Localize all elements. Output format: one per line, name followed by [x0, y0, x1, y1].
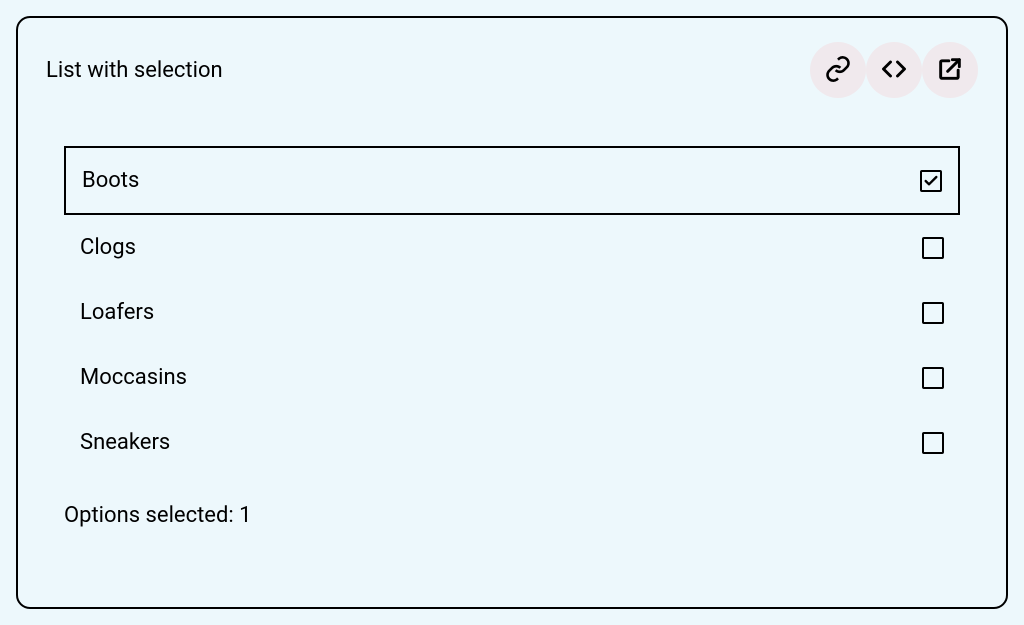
list-item[interactable]: Sneakers [64, 410, 960, 475]
code-button[interactable] [866, 42, 922, 98]
list-item-label: Moccasins [80, 365, 187, 390]
card-title: List with selection [46, 58, 223, 83]
open-external-button[interactable] [922, 42, 978, 98]
header-actions [810, 42, 978, 98]
list-item[interactable]: Loafers [64, 280, 960, 345]
list-item[interactable]: Boots [64, 146, 960, 215]
list-item-label: Boots [82, 168, 139, 193]
open-external-icon [936, 55, 964, 86]
list-item-label: Sneakers [80, 430, 170, 455]
list-item-label: Clogs [80, 235, 136, 260]
link-button[interactable] [810, 42, 866, 98]
selection-summary: Options selected: 1 [64, 503, 978, 528]
checkbox-icon [922, 432, 944, 454]
card-header: List with selection [46, 42, 978, 98]
example-card: List with selection [16, 16, 1008, 609]
checkbox-icon [922, 367, 944, 389]
list-item[interactable]: Moccasins [64, 345, 960, 410]
checkbox-icon [922, 237, 944, 259]
list-item[interactable]: Clogs [64, 215, 960, 280]
code-icon [880, 55, 908, 86]
link-icon [824, 55, 852, 86]
list-item-label: Loafers [80, 300, 154, 325]
checkbox-icon [920, 170, 942, 192]
checkbox-icon [922, 302, 944, 324]
selection-list: Boots Clogs Loafers Moc [64, 146, 960, 475]
